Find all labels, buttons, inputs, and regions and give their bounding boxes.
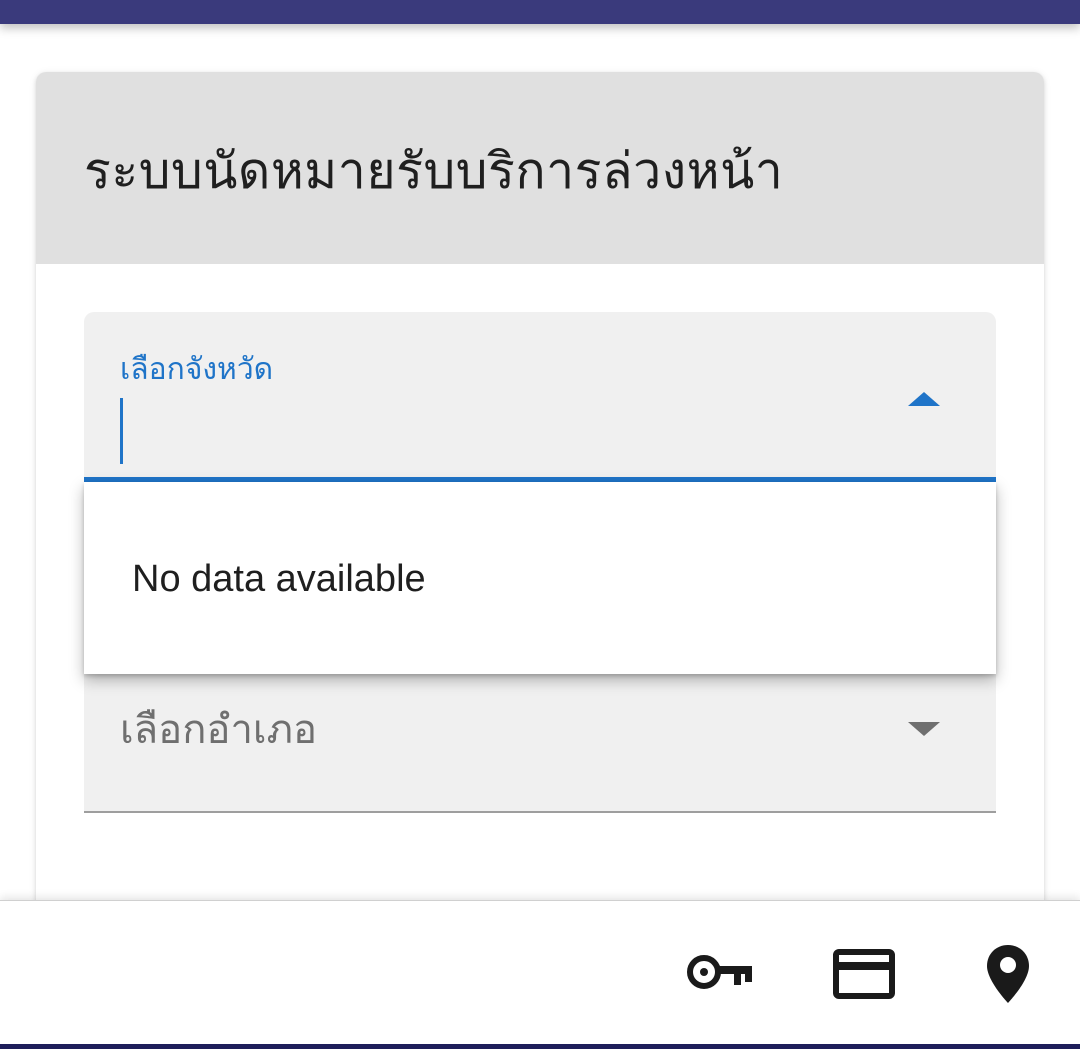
app-bar xyxy=(0,0,1080,24)
key-icon[interactable] xyxy=(686,951,754,993)
province-dropdown-menu: No data available xyxy=(84,482,996,674)
province-label: เลือกจังหวัด xyxy=(120,352,274,387)
card-title: ระบบนัดหมายรับบริการล่วงหน้า xyxy=(84,142,784,200)
district-placeholder: เลือกอำเภอ xyxy=(120,707,317,753)
location-pin-icon[interactable] xyxy=(985,943,1031,1005)
text-cursor xyxy=(120,398,123,464)
credit-card-icon[interactable] xyxy=(833,949,895,999)
district-select[interactable]: เลือกอำเภอ xyxy=(84,662,996,813)
bottom-navigation xyxy=(0,900,1080,1049)
bottom-edge-line xyxy=(0,1044,1080,1049)
card-header: ระบบนัดหมายรับบริการล่วงหน้า xyxy=(36,72,1044,264)
arrow-down-icon[interactable] xyxy=(908,722,940,736)
no-data-message: No data available xyxy=(132,558,426,600)
province-select[interactable]: เลือกจังหวัด xyxy=(84,312,996,482)
arrow-up-icon[interactable] xyxy=(908,392,940,406)
